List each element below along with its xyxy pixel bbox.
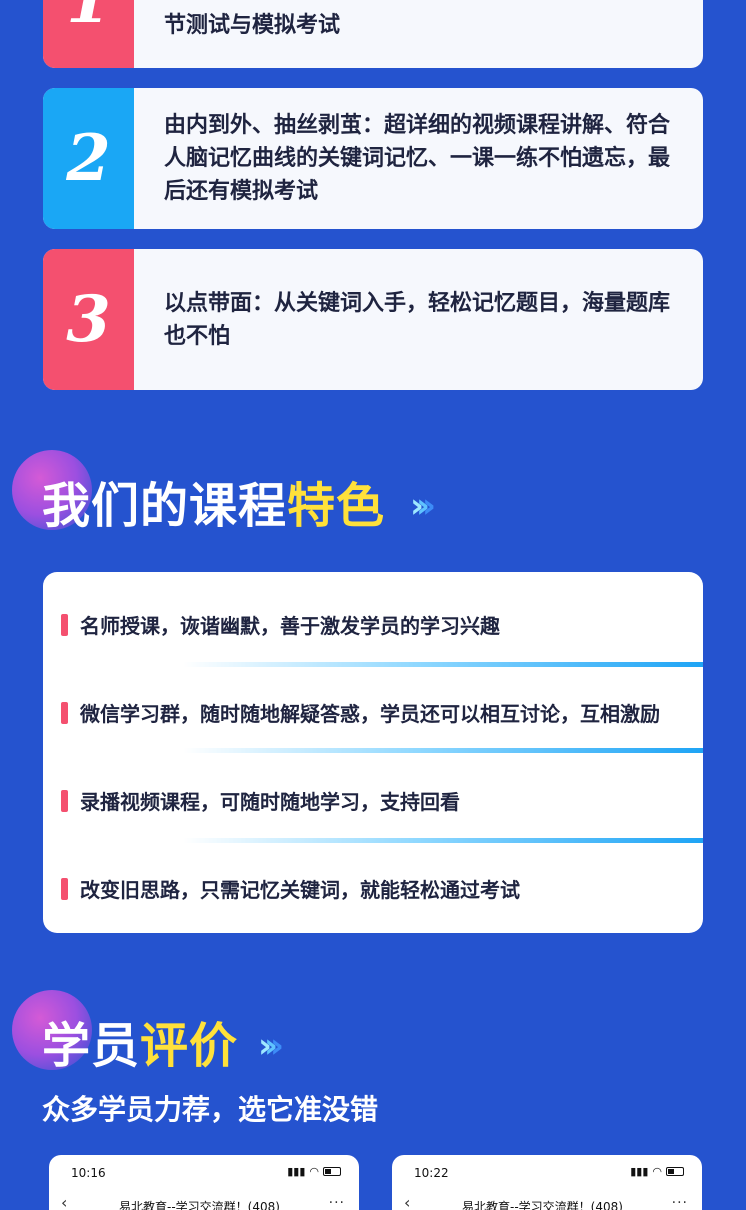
battery-icon [323, 1167, 341, 1176]
features-title-highlight: 特色 [287, 478, 386, 534]
status-icons: ▮▮▮ ◠ [630, 1165, 684, 1178]
wifi-icon: ◠ [652, 1165, 662, 1178]
step-card-3: 3 以点带面：从关键词入手，轻松记忆题目，海量题库也不怕 [43, 249, 703, 390]
chat-title: 易北教育--学习交流群！(408) [119, 1200, 280, 1210]
bullet-bar [61, 701, 68, 724]
step-number-2: 2 [43, 88, 134, 229]
review-screenshot-2: 10:22 ▮▮▮ ◠ ‹ 易北教育--学习交流群！(408) ··· [392, 1155, 702, 1210]
features-title: 我们的课程特色 [42, 466, 385, 536]
wifi-icon: ◠ [309, 1165, 319, 1178]
step-card-1: 1 节测试与模拟考试 [43, 0, 703, 68]
chevrons-right-icon: ››› [410, 486, 436, 526]
feature-item: 名师授课，诙谐幽默，善于激发学员的学习兴趣 [61, 610, 500, 639]
reviews-subtitle: 众多学员力荐，选它准没错 [42, 1093, 379, 1126]
battery-icon [666, 1167, 684, 1176]
feature-text: 微信学习群，随时随地解疑答惑，学员还可以相互讨论，互相激励 [80, 702, 660, 726]
feature-text: 录播视频课程，可随时随地学习，支持回看 [80, 790, 460, 814]
back-icon: ‹ [404, 1193, 411, 1210]
status-time: 10:16 [71, 1166, 106, 1180]
bullet-bar [61, 613, 68, 636]
step-card-2: 2 由内到外、抽丝剥茧：超详细的视频课程讲解、符合人脑记忆曲线的关键词记忆、一课… [43, 88, 703, 229]
features-card: 名师授课，诙谐幽默，善于激发学员的学习兴趣 微信学习群，随时随地解疑答惑，学员还… [43, 572, 703, 933]
status-icons: ▮▮▮ ◠ [287, 1165, 341, 1178]
step-number-3: 3 [43, 249, 134, 390]
reviews-title-main: 学员 [42, 1018, 141, 1074]
step-number-1: 1 [43, 0, 134, 68]
step-text-1: 节测试与模拟考试 [164, 13, 341, 38]
feature-item: 改变旧思路，只需记忆关键词，就能轻松通过考试 [61, 874, 520, 903]
reviews-title-highlight: 评价 [140, 1018, 239, 1074]
reviews-header: 学员评价 ››› [12, 990, 332, 1080]
feature-item: 录播视频课程，可随时随地学习，支持回看 [61, 786, 460, 815]
features-title-main: 我们的课程 [42, 478, 288, 534]
bullet-bar [61, 877, 68, 900]
divider [183, 838, 703, 843]
step-text-3: 以点带面：从关键词入手，轻松记忆题目，海量题库也不怕 [164, 290, 671, 349]
feature-text: 名师授课，诙谐幽默，善于激发学员的学习兴趣 [80, 614, 500, 638]
more-icon: ··· [671, 1195, 688, 1210]
chevrons-right-icon: ››› [258, 1026, 284, 1066]
reviews-title: 学员评价 [42, 1006, 238, 1076]
signal-icon: ▮▮▮ [630, 1165, 649, 1178]
divider [183, 662, 703, 667]
more-icon: ··· [328, 1195, 345, 1210]
chat-title: 易北教育--学习交流群！(408) [462, 1200, 623, 1210]
back-icon: ‹ [61, 1193, 68, 1210]
features-header: 我们的课程特色 ››› [12, 450, 472, 540]
step-text-2: 由内到外、抽丝剥茧：超详细的视频课程讲解、符合人脑记忆曲线的关键词记忆、一课一练… [164, 113, 671, 204]
signal-icon: ▮▮▮ [287, 1165, 306, 1178]
bullet-bar [61, 789, 68, 812]
divider [183, 748, 703, 753]
feature-text: 改变旧思路，只需记忆关键词，就能轻松通过考试 [80, 878, 520, 902]
feature-item: 微信学习群，随时随地解疑答惑，学员还可以相互讨论，互相激励 [61, 698, 660, 727]
status-time: 10:22 [414, 1166, 449, 1180]
review-screenshot-1: 10:16 ▮▮▮ ◠ ‹ 易北教育--学习交流群！(408) ··· [49, 1155, 359, 1210]
